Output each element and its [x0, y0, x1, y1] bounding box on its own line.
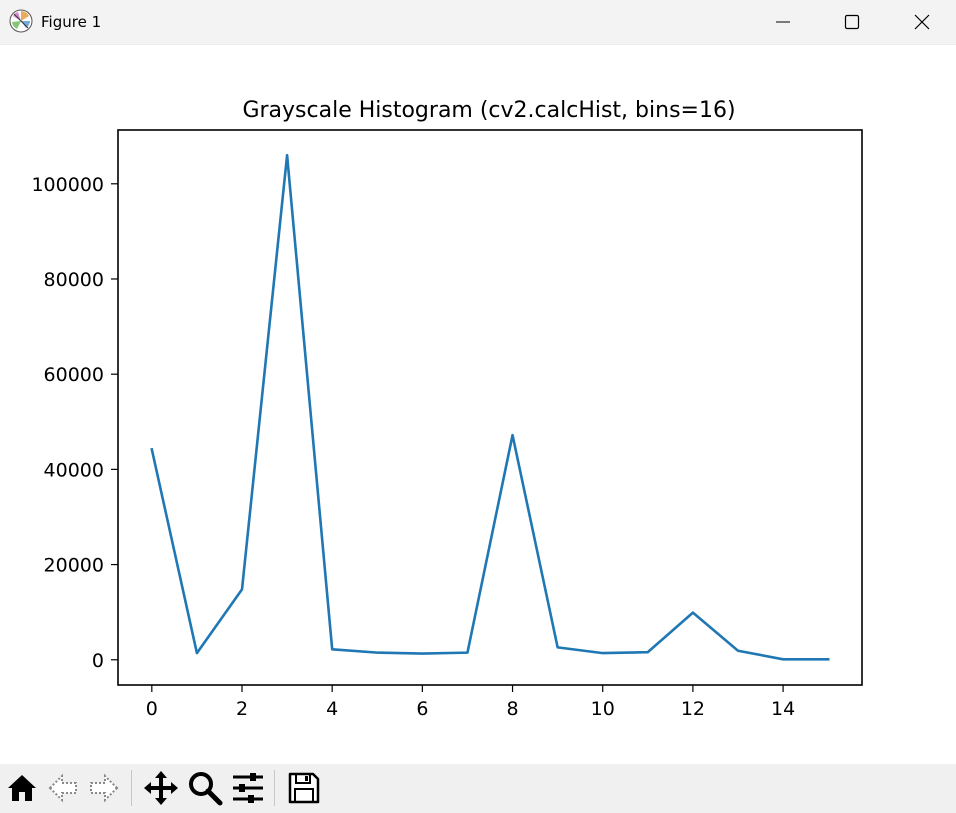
close-icon	[914, 14, 930, 30]
y-tick-label: 40000	[44, 459, 104, 481]
maximize-icon	[844, 14, 860, 30]
axes-frame	[117, 129, 863, 686]
window-title: Figure 1	[41, 13, 102, 31]
y-tick-label: 80000	[44, 269, 104, 291]
axes	[117, 129, 863, 686]
y-tick-label: 0	[92, 650, 104, 672]
zoom-icon	[188, 771, 222, 805]
chart-title: Grayscale Histogram (cv2.calcHist, bins=…	[242, 98, 735, 123]
toolbar-separator	[274, 770, 275, 806]
home-icon	[7, 774, 36, 801]
maximize-button[interactable]	[819, 0, 885, 44]
x-tick-label: 4	[326, 698, 338, 720]
plot-canvas[interactable]: Grayscale Histogram (cv2.calcHist, bins=…	[0, 45, 956, 763]
home-button[interactable]	[1, 767, 42, 808]
minimize-icon	[776, 21, 790, 23]
back-icon	[48, 773, 77, 802]
x-tick-label: 8	[506, 698, 518, 720]
figure-window: Figure 1 Grayscale Histogram (cv2.calcHi…	[0, 0, 956, 813]
x-tick-label: 0	[146, 698, 158, 720]
pan-icon	[143, 770, 178, 805]
configure-subplots-button[interactable]	[227, 767, 268, 808]
close-button[interactable]	[889, 0, 955, 44]
save-icon	[288, 772, 319, 803]
y-tick-label: 20000	[44, 555, 104, 577]
x-tick-label: 10	[591, 698, 615, 720]
x-tick-label: 2	[236, 698, 248, 720]
axis-ticks: 0 2 4 6 8 10 12 14 0 20000 40000 60000 80000 100000	[31, 174, 795, 720]
x-tick-label: 6	[416, 698, 428, 720]
back-button[interactable]	[42, 767, 83, 808]
series-line	[150, 153, 830, 661]
histogram-chart[interactable]: Grayscale Histogram (cv2.calcHist, bins=…	[0, 45, 956, 763]
x-tick-label: 12	[681, 698, 705, 720]
save-button[interactable]	[283, 767, 324, 808]
navigation-toolbar	[0, 764, 956, 813]
configure-subplots-icon	[232, 772, 263, 803]
forward-button[interactable]	[83, 767, 124, 808]
zoom-button[interactable]	[184, 767, 225, 808]
toolbar-separator	[131, 770, 132, 806]
matplotlib-logo-icon	[9, 9, 33, 33]
forward-icon	[89, 773, 118, 802]
y-tick-label: 60000	[44, 364, 104, 386]
series	[150, 153, 830, 661]
minimize-button[interactable]	[750, 0, 816, 44]
x-tick-label: 14	[771, 698, 795, 720]
title-bar[interactable]: Figure 1	[0, 0, 956, 45]
y-tick-label: 100000	[31, 174, 104, 196]
pan-button[interactable]	[140, 767, 181, 808]
